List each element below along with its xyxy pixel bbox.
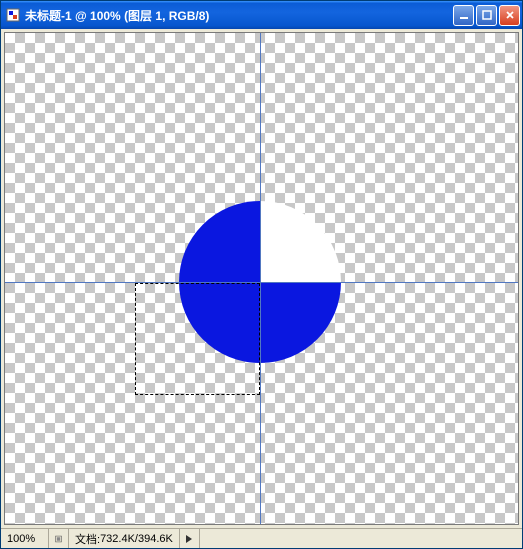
triangle-right-icon: [186, 535, 192, 543]
titlebar[interactable]: 未标题-1 @ 100% (图层 1, RGB/8): [1, 1, 522, 29]
client-area: [1, 29, 522, 528]
circle-quadrant-tl: [179, 201, 260, 282]
doc-size-value: 732.4K/394.6K: [100, 533, 173, 545]
window-controls: [453, 5, 520, 26]
app-icon: [5, 7, 21, 23]
window-title: 未标题-1 @ 100% (图层 1, RGB/8): [25, 7, 453, 24]
zoom-level[interactable]: 100%: [1, 529, 49, 548]
selection-marquee[interactable]: [135, 283, 260, 395]
status-bar: 100% 文档:732.4K/394.6K: [1, 528, 522, 548]
minimize-button[interactable]: [453, 5, 474, 26]
document-frame: [4, 32, 519, 525]
circle-quadrant-tr: [260, 201, 341, 282]
guide-vertical[interactable]: [260, 33, 261, 524]
close-button[interactable]: [499, 5, 520, 26]
guide-horizontal[interactable]: [5, 282, 518, 283]
document-window: 未标题-1 @ 100% (图层 1, RGB/8) 100%: [0, 0, 523, 549]
maximize-button[interactable]: [476, 5, 497, 26]
status-disclosure[interactable]: [180, 529, 200, 548]
circle-quadrant-br: [260, 282, 341, 363]
status-icon[interactable]: [49, 529, 69, 548]
canvas[interactable]: [5, 33, 518, 524]
document-size: 文档:732.4K/394.6K: [69, 529, 180, 548]
doc-size-label: 文档:: [75, 531, 100, 547]
zoom-value: 100%: [7, 533, 35, 545]
